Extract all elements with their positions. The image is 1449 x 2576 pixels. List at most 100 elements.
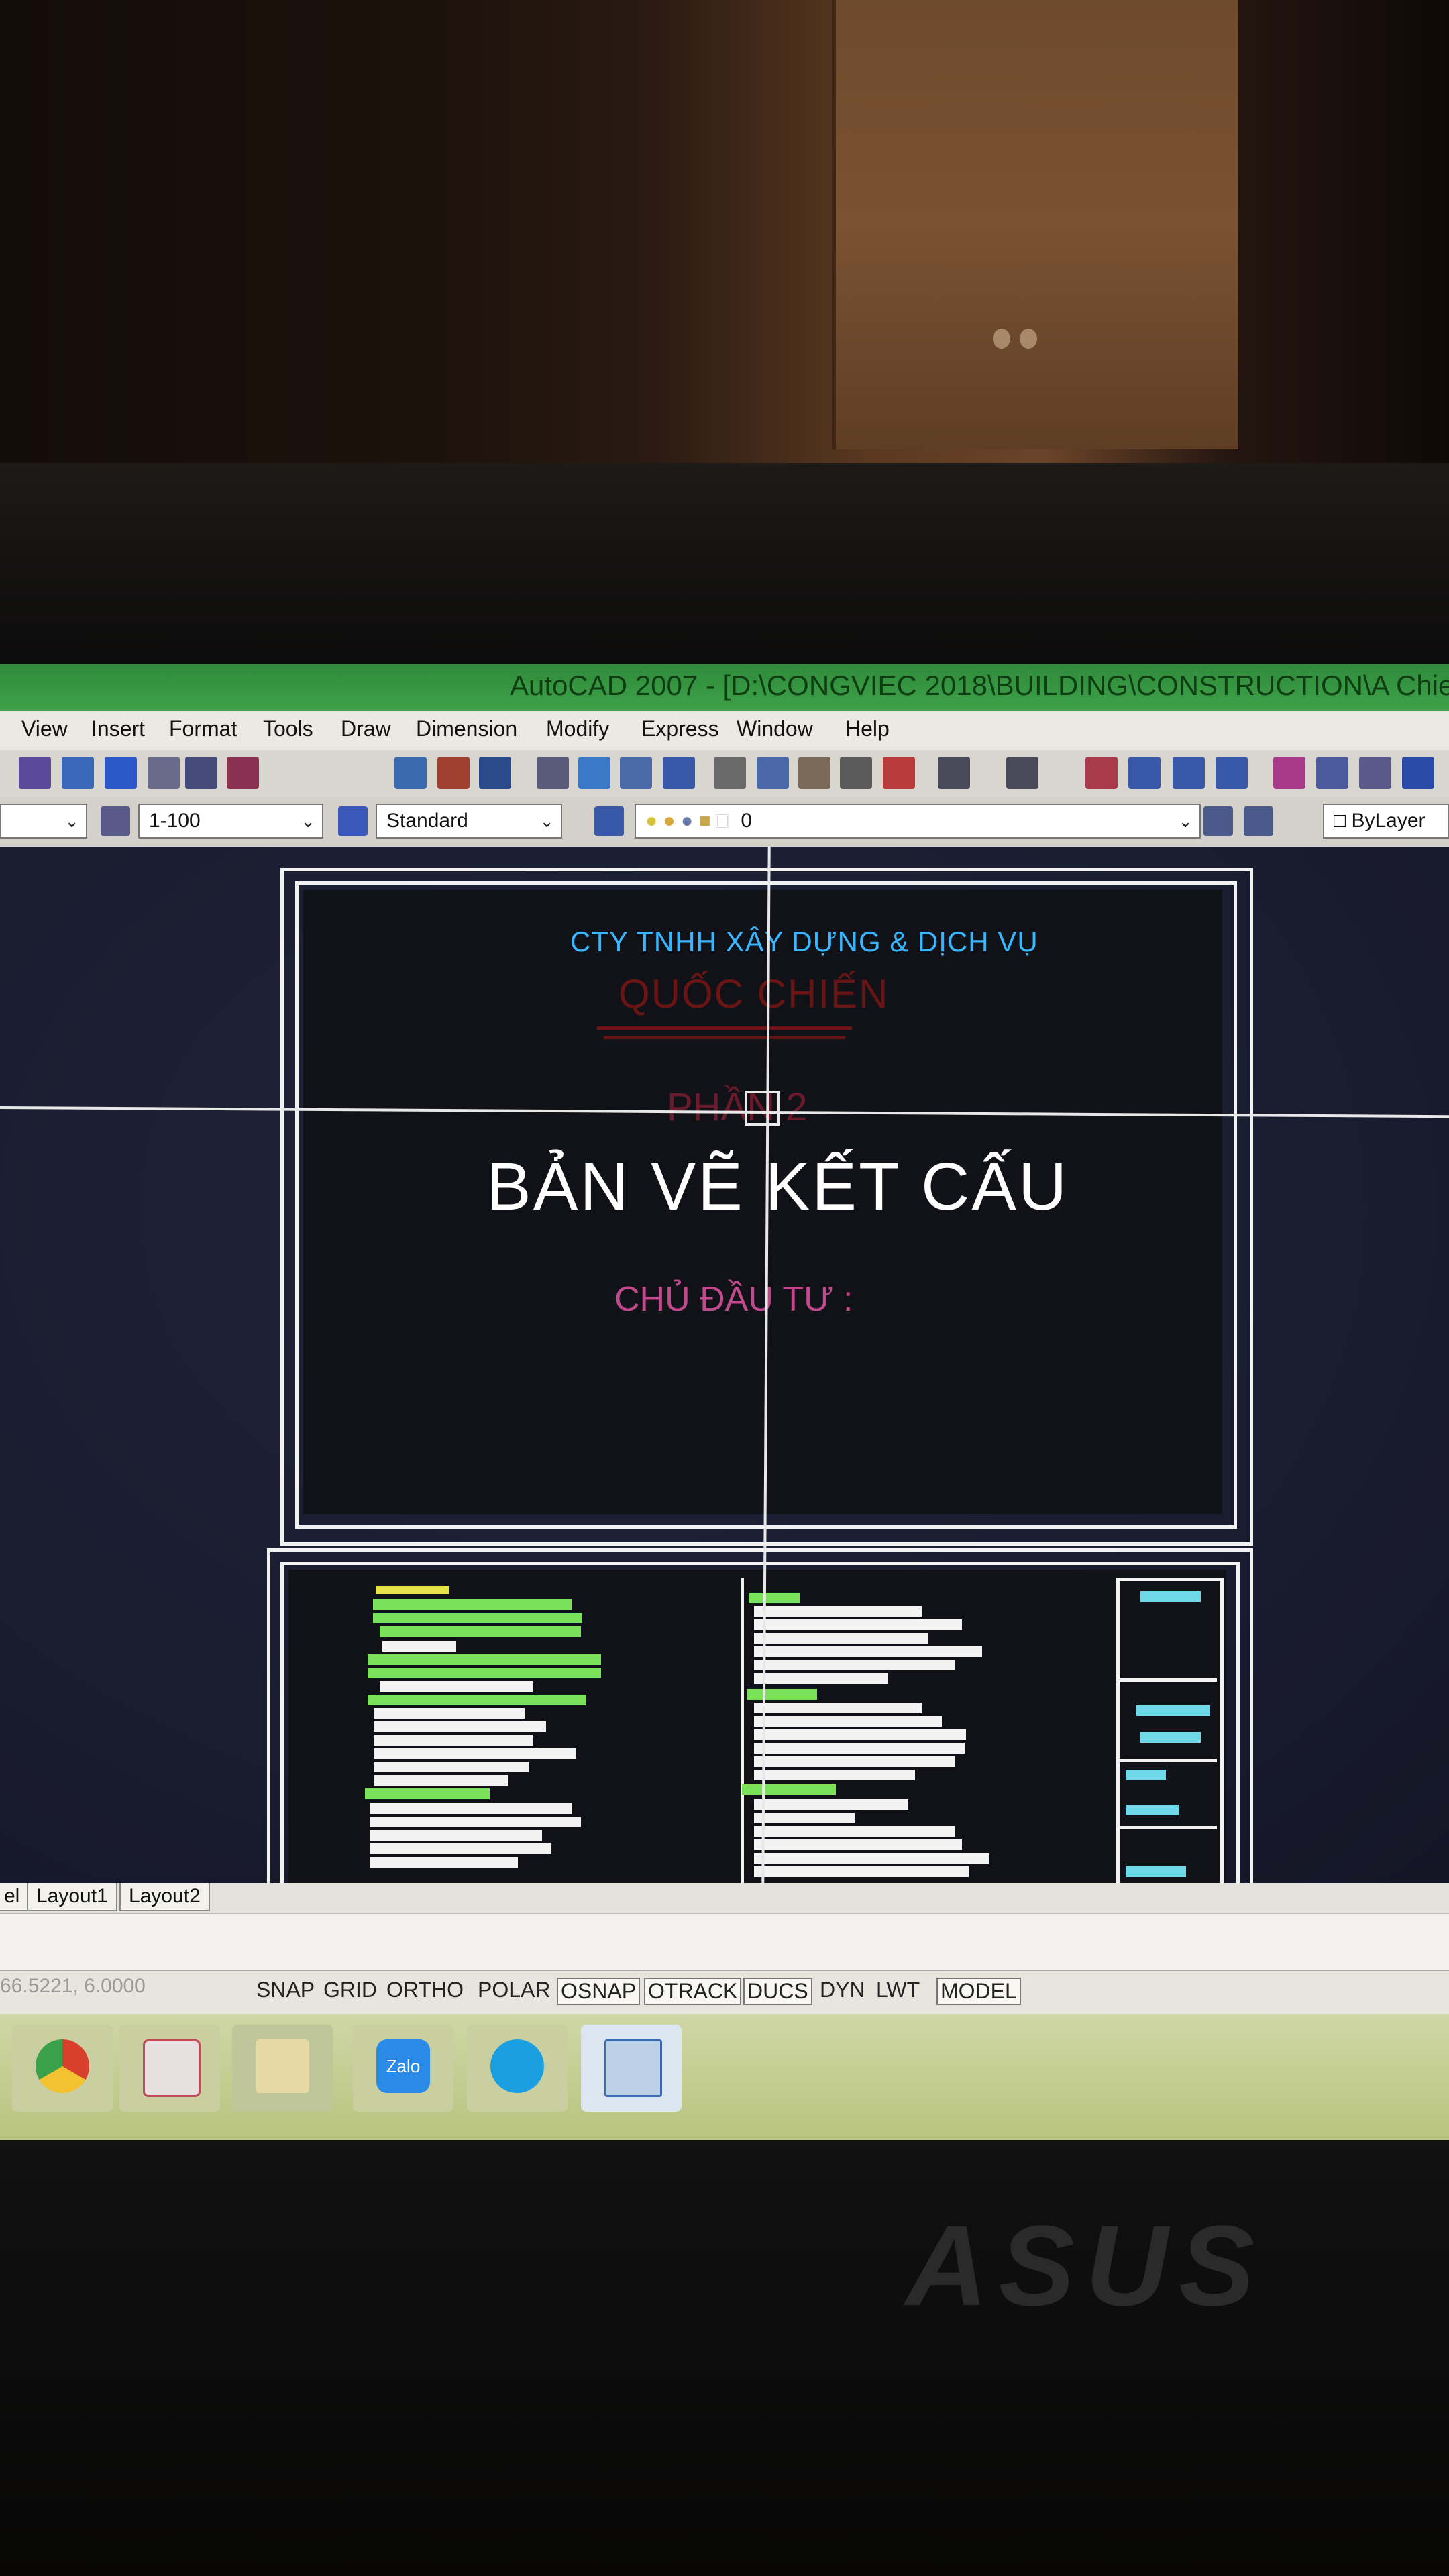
menu-window[interactable]: Window bbox=[737, 716, 813, 741]
notes-line bbox=[754, 1743, 965, 1754]
properties-palette-icon[interactable] bbox=[1273, 757, 1305, 789]
make-current-layer-icon[interactable] bbox=[1203, 806, 1233, 836]
file-manager-icon[interactable] bbox=[232, 2025, 333, 2112]
snap-toggle[interactable]: SNAP bbox=[254, 1978, 317, 2002]
tab-layout2[interactable]: Layout2 bbox=[119, 1883, 210, 1911]
zalo-label: Zalo bbox=[376, 2039, 430, 2093]
ortho-toggle[interactable]: ORTHO bbox=[384, 1978, 466, 2002]
properties-icon[interactable] bbox=[19, 757, 51, 789]
dyn-toggle[interactable]: DYN bbox=[817, 1978, 868, 2002]
notes-line bbox=[380, 1681, 533, 1692]
sheet-set-icon[interactable] bbox=[1316, 757, 1348, 789]
cut-icon[interactable] bbox=[714, 757, 746, 789]
chrome-icon[interactable] bbox=[12, 2025, 113, 2112]
layer-combo[interactable]: ● ● ● ■ □ 0 ⌄ bbox=[635, 804, 1201, 839]
osnap-toggle[interactable]: OSNAP bbox=[557, 1978, 641, 2005]
menu-express[interactable]: Express bbox=[641, 716, 719, 741]
plot-icon[interactable] bbox=[537, 757, 569, 789]
notes-line bbox=[754, 1866, 969, 1877]
chevron-down-icon: ⌄ bbox=[64, 811, 79, 831]
menu-draw[interactable]: Draw bbox=[341, 716, 391, 741]
lock-icon: ■ bbox=[698, 810, 711, 832]
tab-layout1[interactable]: Layout1 bbox=[27, 1883, 117, 1911]
plot-preview-icon[interactable] bbox=[578, 757, 610, 789]
screen: AutoCAD 2007 - [D:\CONGVIEC 2018\BUILDIN… bbox=[0, 664, 1449, 2140]
brand-logo: ASUS bbox=[906, 2202, 1266, 2330]
notes-line bbox=[373, 1599, 572, 1610]
text-style-value: Standard bbox=[386, 810, 468, 832]
markup-icon[interactable] bbox=[227, 757, 259, 789]
match-properties-icon[interactable] bbox=[62, 757, 94, 789]
publish-icon[interactable] bbox=[620, 757, 652, 789]
dim-style-combo[interactable]: ⌄ bbox=[0, 804, 87, 839]
block-icon[interactable] bbox=[105, 757, 137, 789]
color-combo[interactable]: □ ByLayer bbox=[1323, 804, 1449, 839]
menu-insert[interactable]: Insert bbox=[91, 716, 145, 741]
save-icon[interactable] bbox=[479, 757, 511, 789]
block-editor-icon[interactable] bbox=[883, 757, 915, 789]
drawing-title: BẢN VẼ KẾT CẤU bbox=[486, 1149, 1069, 1224]
autocad-icon[interactable] bbox=[581, 2025, 682, 2112]
notes-heading-line bbox=[376, 1586, 449, 1594]
pan-icon[interactable] bbox=[1085, 757, 1118, 789]
zoom-previous-icon[interactable] bbox=[1216, 757, 1248, 789]
paste-icon[interactable] bbox=[798, 757, 830, 789]
polar-toggle[interactable]: POLAR bbox=[475, 1978, 553, 2002]
tab-model[interactable]: el bbox=[0, 1883, 30, 1911]
window-title: AutoCAD 2007 - [D:\CONGVIEC 2018\BUILDIN… bbox=[510, 669, 1449, 701]
lwt-toggle[interactable]: LWT bbox=[873, 1978, 922, 2002]
title-block-line bbox=[1126, 1805, 1179, 1815]
model-toggle[interactable]: MODEL bbox=[936, 1978, 1021, 2005]
menu-dimension[interactable]: Dimension bbox=[416, 716, 517, 741]
command-line[interactable] bbox=[0, 1913, 1449, 1971]
dim-style-icon[interactable] bbox=[101, 806, 130, 836]
chevron-down-icon: ⌄ bbox=[1178, 811, 1193, 831]
cursor-pickbox bbox=[745, 1091, 780, 1126]
otrack-toggle[interactable]: OTRACK bbox=[644, 1978, 742, 2005]
text-style-combo[interactable]: Standard ⌄ bbox=[376, 804, 562, 839]
title-bar: AutoCAD 2007 - [D:\CONGVIEC 2018\BUILDIN… bbox=[0, 664, 1449, 711]
unikey-icon[interactable] bbox=[119, 2025, 220, 2112]
menu-tools[interactable]: Tools bbox=[263, 716, 313, 741]
copy-icon[interactable] bbox=[757, 757, 789, 789]
standard-toolbar bbox=[0, 750, 1449, 798]
ducs-toggle[interactable]: DUCS bbox=[743, 1978, 812, 2005]
scale-combo[interactable]: 1-100 ⌄ bbox=[138, 804, 323, 839]
table-style-icon[interactable] bbox=[338, 806, 368, 836]
status-bar: 66.5221, 6.0000 SNAP GRID ORTHO POLAR OS… bbox=[0, 1970, 1449, 2015]
zoom-window-icon[interactable] bbox=[1173, 757, 1205, 789]
undo-icon[interactable] bbox=[938, 757, 970, 789]
owner-label: CHỦ ĐẦU TƯ : bbox=[614, 1280, 853, 1319]
3d-dwf-icon[interactable] bbox=[663, 757, 695, 789]
zoom-realtime-icon[interactable] bbox=[1128, 757, 1161, 789]
menu-format[interactable]: Format bbox=[169, 716, 237, 741]
skype-icon[interactable] bbox=[467, 2025, 568, 2112]
notes-line bbox=[742, 1784, 836, 1795]
grid-toggle[interactable]: GRID bbox=[321, 1978, 380, 2002]
zalo-icon[interactable]: Zalo bbox=[353, 2025, 453, 2112]
color-swatch-icon: □ bbox=[1334, 810, 1346, 832]
open-file-icon[interactable] bbox=[437, 757, 470, 789]
notes-line bbox=[754, 1703, 922, 1713]
background-door bbox=[832, 0, 1238, 449]
company-underline bbox=[597, 1026, 852, 1030]
quickcalc-icon[interactable] bbox=[1402, 757, 1434, 789]
menu-help[interactable]: Help bbox=[845, 716, 890, 741]
new-file-icon[interactable] bbox=[394, 757, 427, 789]
layer-previous-icon[interactable] bbox=[1244, 806, 1273, 836]
notes-line bbox=[370, 1817, 581, 1827]
markup-manager-icon[interactable] bbox=[1359, 757, 1391, 789]
menu-view[interactable]: View bbox=[21, 716, 68, 741]
styles-layers-toolbar: ⌄ 1-100 ⌄ Standard ⌄ ● ● ● ■ □ 0 ⌄ □ ByL… bbox=[0, 797, 1449, 849]
redo-icon[interactable] bbox=[1006, 757, 1038, 789]
drawing-canvas[interactable]: CTY TNHH XÂY DỰNG & DỊCH VỤ QUỐC CHIẾN P… bbox=[0, 847, 1449, 1883]
notes-line bbox=[754, 1646, 982, 1657]
notes-line bbox=[754, 1606, 922, 1617]
menu-modify[interactable]: Modify bbox=[546, 716, 609, 741]
tool-palette-icon[interactable] bbox=[148, 757, 180, 789]
design-center-icon[interactable] bbox=[185, 757, 217, 789]
title-block-line bbox=[1126, 1866, 1186, 1877]
match-brush-icon[interactable] bbox=[840, 757, 872, 789]
notes-line bbox=[754, 1826, 955, 1837]
layer-manager-icon[interactable] bbox=[594, 806, 624, 836]
